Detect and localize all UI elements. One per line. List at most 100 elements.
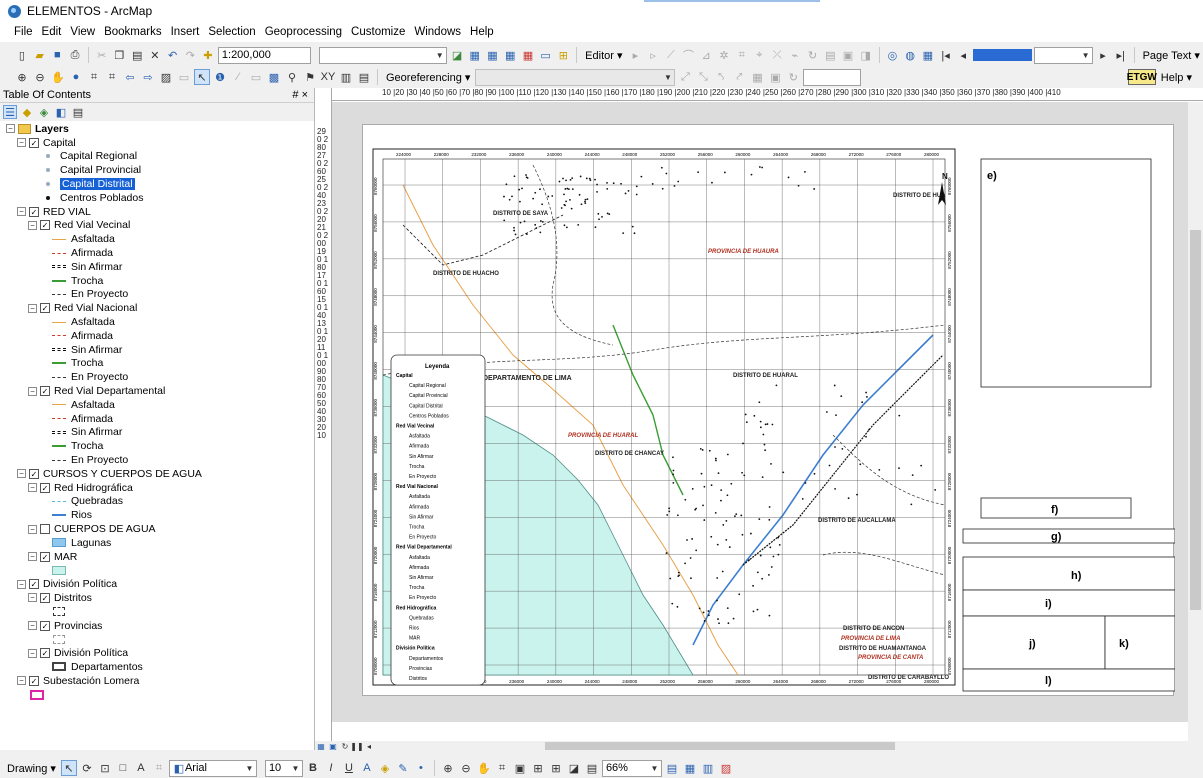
menu-insert[interactable]: Insert bbox=[171, 26, 200, 38]
layout-canvas[interactable]: 2240002240002280002280002320002320002360… bbox=[332, 102, 1188, 722]
python-icon[interactable]: ▭ bbox=[538, 47, 554, 63]
page-selector-highlight[interactable] bbox=[973, 49, 1033, 61]
paste-icon[interactable]: ▤ bbox=[129, 47, 145, 63]
horizontal-scrollbar[interactable]: ▦ ▣ ↻ ❚❚ ◂ bbox=[315, 741, 1203, 751]
menu-file[interactable]: File bbox=[14, 26, 33, 38]
expand-toggle[interactable]: − bbox=[17, 207, 26, 217]
help-menu[interactable]: Help ▾ bbox=[1158, 71, 1195, 84]
forward-extent-icon[interactable]: ⇨ bbox=[140, 69, 156, 85]
visibility-checkbox[interactable]: ✓ bbox=[29, 579, 39, 590]
toc-row[interactable]: − CUERPOS DE AGUA bbox=[0, 522, 314, 536]
shift-icon[interactable]: ⤣ bbox=[713, 69, 729, 85]
toc-row[interactable]: Asfaltada bbox=[0, 398, 314, 412]
refresh-icon[interactable]: ↻ bbox=[785, 69, 801, 85]
page-combo[interactable]: ▼ bbox=[1034, 46, 1094, 64]
italic-icon[interactable]: I bbox=[323, 760, 339, 776]
pan-page-icon[interactable]: ✋ bbox=[476, 760, 492, 776]
text-icon[interactable]: A bbox=[133, 760, 149, 776]
visibility-checkbox[interactable]: ✓ bbox=[29, 675, 39, 686]
expand-toggle[interactable]: − bbox=[28, 648, 37, 658]
print-icon[interactable]: ⎙ bbox=[67, 47, 83, 63]
toc-row[interactable]: − Layers bbox=[0, 122, 314, 136]
goto-xy-icon[interactable]: XY bbox=[320, 69, 336, 85]
identify-icon[interactable]: ◎ bbox=[885, 47, 901, 63]
georeferencing-menu[interactable]: Georeferencing ▾ bbox=[383, 71, 473, 84]
last-frame-icon[interactable]: ▸| bbox=[1113, 47, 1129, 63]
font-size-combo[interactable]: 10 ▼ bbox=[264, 759, 303, 777]
back-extent-icon[interactable]: ⇦ bbox=[122, 69, 138, 85]
visibility-checkbox[interactable]: ✓ bbox=[40, 386, 50, 397]
toc-row[interactable]: − ✓ Provincias bbox=[0, 619, 314, 633]
toc-row[interactable]: Capital Regional bbox=[0, 150, 314, 164]
toc-row[interactable]: Sin Afirmar bbox=[0, 343, 314, 357]
toc-row[interactable]: Sin Afirmar bbox=[0, 426, 314, 440]
toc-row[interactable]: Centros Poblados bbox=[0, 191, 314, 205]
toc-row[interactable]: − ✓ Subestación Lomera bbox=[0, 674, 314, 688]
data-driven-pages-icon[interactable]: ▥ bbox=[700, 760, 716, 776]
change-layout-icon[interactable]: ▦ bbox=[682, 760, 698, 776]
toc-row[interactable]: Asfaltada bbox=[0, 232, 314, 246]
focus-frame-icon[interactable]: ▤ bbox=[584, 760, 600, 776]
list-by-source-icon[interactable]: ◆ bbox=[20, 105, 34, 119]
prev-frame-icon[interactable]: ◂ bbox=[955, 47, 971, 63]
view-link-table-icon[interactable]: ▦ bbox=[749, 69, 765, 85]
layout-view-icon[interactable]: ▣ bbox=[327, 741, 339, 751]
edit-vertices-draw-icon[interactable]: ⌗ bbox=[151, 760, 167, 776]
expand-toggle[interactable]: − bbox=[17, 676, 26, 686]
toc-row[interactable]: Asfaltada bbox=[0, 315, 314, 329]
underline-icon[interactable]: U bbox=[341, 760, 357, 776]
toc-row[interactable]: − ✓ Distritos bbox=[0, 591, 314, 605]
fill-color-icon[interactable]: ◈ bbox=[377, 760, 393, 776]
toc-row[interactable]: − ✓ Red Vial Departamental bbox=[0, 384, 314, 398]
vertical-scrollbar[interactable] bbox=[1188, 102, 1203, 742]
toc-row[interactable]: Trocha bbox=[0, 439, 314, 453]
zoom-in-icon[interactable]: ⊕ bbox=[14, 69, 30, 85]
swipe-icon[interactable]: ▤ bbox=[356, 69, 372, 85]
font-color-icon[interactable]: A bbox=[359, 760, 375, 776]
point-icon[interactable]: ✲ bbox=[716, 47, 732, 63]
map-scale-combo[interactable]: 1:200,000 bbox=[217, 46, 312, 64]
expand-toggle[interactable]: − bbox=[17, 469, 26, 479]
pan-icon[interactable]: ✋ bbox=[50, 69, 66, 85]
end-point-arc-icon[interactable]: ⌒ bbox=[681, 47, 697, 63]
visibility-checkbox[interactable]: ✓ bbox=[40, 220, 50, 231]
reshape-icon[interactable]: ⌖ bbox=[752, 47, 768, 63]
hyperlink-icon[interactable]: ⁄ bbox=[230, 69, 246, 85]
toc-pin-close[interactable]: # × bbox=[292, 89, 308, 101]
toc-row[interactable]: En Proyecto bbox=[0, 370, 314, 384]
first-frame-icon[interactable]: |◂ bbox=[938, 47, 954, 63]
toc-row[interactable] bbox=[0, 632, 314, 646]
expand-toggle[interactable]: − bbox=[28, 552, 37, 562]
expand-toggle[interactable]: − bbox=[28, 483, 37, 493]
measure-icon[interactable]: ▩ bbox=[266, 69, 282, 85]
visibility-checkbox[interactable] bbox=[40, 524, 50, 534]
page-text-menu[interactable]: Page Text ▾ bbox=[1140, 49, 1203, 62]
expand-toggle[interactable]: − bbox=[28, 220, 37, 230]
scale-georef-icon[interactable]: ⤤ bbox=[731, 69, 747, 85]
data-view-icon[interactable]: ▦ bbox=[315, 741, 327, 751]
editor-menu[interactable]: Editor ▾ bbox=[582, 49, 625, 62]
find-icon[interactable]: ⚲ bbox=[284, 69, 300, 85]
toc-window-icon[interactable]: ▦ bbox=[467, 47, 483, 63]
edit-vertices-icon[interactable]: ⌗ bbox=[734, 47, 750, 63]
toc-row[interactable]: En Proyecto bbox=[0, 288, 314, 302]
toc-row[interactable]: Afirmada bbox=[0, 329, 314, 343]
menu-geoprocessing[interactable]: Geoprocessing bbox=[265, 26, 342, 38]
fixed-zoom-page-icon[interactable]: ⌗ bbox=[494, 760, 510, 776]
save-icon[interactable]: ■ bbox=[49, 47, 65, 63]
create-features-icon[interactable]: ◨ bbox=[858, 47, 874, 63]
toc-row[interactable]: Lagunas bbox=[0, 536, 314, 550]
scroll-left-icon[interactable]: ◂ bbox=[363, 741, 375, 751]
expand-toggle[interactable]: − bbox=[28, 386, 37, 396]
expand-toggle[interactable]: − bbox=[28, 593, 37, 603]
line-color-icon[interactable]: ✎ bbox=[395, 760, 411, 776]
fixed-zoom-out-icon[interactable]: ⌗ bbox=[104, 69, 120, 85]
visibility-checkbox[interactable]: ✓ bbox=[40, 620, 50, 631]
zoom-out-page-icon[interactable]: ⊖ bbox=[458, 760, 474, 776]
toc-row[interactable]: − ✓ División Política bbox=[0, 577, 314, 591]
select-elements-icon[interactable]: ↖ bbox=[194, 69, 210, 85]
rotate-icon[interactable]: ↻ bbox=[805, 47, 821, 63]
modelbuilder-icon[interactable]: ⊞ bbox=[555, 47, 571, 63]
time-slider-icon[interactable]: ▥ bbox=[338, 69, 354, 85]
rotate-georef-icon[interactable]: ⤡ bbox=[695, 69, 711, 85]
